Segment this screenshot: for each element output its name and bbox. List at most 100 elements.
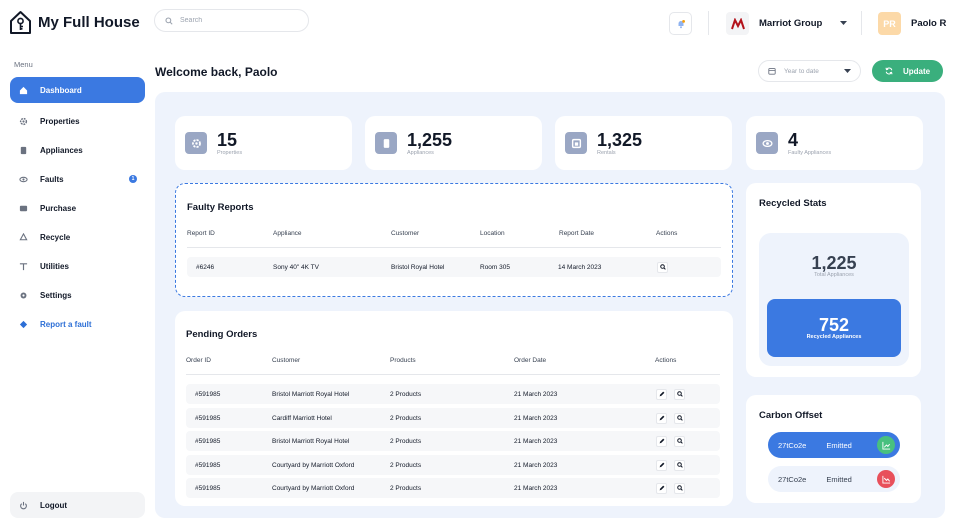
order-date: 21 March 2023	[514, 390, 558, 398]
table-row[interactable]: #591985 Bristol Marriott Royal Hotel 2 P…	[186, 384, 720, 404]
view-order-button[interactable]	[674, 482, 685, 494]
appliance-icon	[375, 132, 397, 154]
sidebar-item-properties[interactable]: Properties	[10, 108, 145, 134]
chevron-down-icon	[840, 21, 848, 26]
search-bar[interactable]	[154, 9, 309, 32]
utility-icon	[19, 262, 28, 271]
stat-value: 15	[217, 129, 238, 150]
view-order-button[interactable]	[674, 388, 685, 400]
diamond-icon	[19, 320, 28, 329]
sidebar-item-utilities[interactable]: Utilities	[10, 253, 145, 279]
stat-card-faulty: 4 Faulty Appliances	[746, 116, 923, 170]
sidebar-item-appliances[interactable]: Appliances	[10, 137, 145, 163]
pencil-icon	[659, 485, 665, 491]
sidebar-item-label: Properties	[40, 116, 80, 126]
edit-order-button[interactable]	[656, 459, 667, 471]
carbon-item[interactable]: 27tCo2e Emitted	[768, 466, 900, 492]
logout-button[interactable]: Logout	[10, 492, 145, 518]
card-icon	[19, 204, 28, 213]
divider	[186, 374, 720, 375]
view-order-button[interactable]	[674, 459, 685, 471]
trend-down-icon	[877, 470, 895, 488]
recycle-icon	[19, 232, 28, 242]
order-id: #591985	[195, 390, 221, 398]
sidebar-item-recycle[interactable]: Recycle	[10, 224, 145, 250]
stat-value: 1,255	[407, 129, 453, 150]
order-id: #591985	[195, 484, 221, 492]
carbon-status: Emitted	[826, 440, 852, 450]
carbon-item[interactable]: 27tCo2e Emitted	[768, 432, 900, 458]
stat-value: 1,325	[597, 129, 643, 150]
panel-title: Pending Orders	[186, 329, 258, 340]
panel-title: Recycled Stats	[759, 198, 827, 209]
user-menu[interactable]: PR Paolo R	[878, 12, 946, 35]
edit-order-button[interactable]	[656, 388, 667, 400]
column-header: Products	[390, 357, 416, 364]
table-row[interactable]: #591985 Courtyard by Marriott Oxford 2 P…	[186, 455, 720, 475]
order-customer: Bristol Marriott Royal Hotel	[272, 390, 350, 398]
column-header: Actions	[656, 230, 678, 237]
search-icon	[676, 485, 683, 491]
table-row[interactable]: #591985 Courtyard by Marriott Oxford 2 P…	[186, 478, 720, 498]
carbon-amount: 27tCo2e	[778, 474, 807, 484]
app-logo[interactable]: My Full House	[9, 10, 140, 35]
faulty-reports-panel: Faulty Reports Report ID Appliance Custo…	[175, 183, 733, 297]
page-title: Welcome back, Paolo	[155, 65, 278, 79]
table-row[interactable]: #591985 Cardiff Marriott Hotel 2 Product…	[186, 408, 720, 428]
search-icon	[165, 16, 173, 25]
sidebar-item-label: Dashboard	[40, 85, 82, 95]
total-appliances-label: Total Appliances	[814, 272, 854, 278]
power-icon	[19, 501, 28, 510]
date-range-select[interactable]: Year to date	[758, 60, 861, 82]
carbon-status: Emitted	[826, 474, 852, 484]
edit-order-button[interactable]	[656, 412, 667, 424]
sidebar-item-label: Settings	[40, 290, 72, 300]
menu-label: Menu	[14, 60, 33, 69]
column-header: Customer	[391, 230, 420, 237]
recycled-stats-panel: Recycled Stats 1,225 Total Appliances 75…	[746, 183, 921, 377]
search-input[interactable]	[180, 17, 300, 24]
sidebar-item-purchase[interactable]: Purchase	[10, 195, 145, 221]
stat-card-rentals: 1,325 Rentals	[555, 116, 732, 170]
sidebar-item-faults[interactable]: Faults 1	[10, 166, 145, 192]
appliance-icon	[19, 146, 28, 155]
edit-order-button[interactable]	[656, 435, 667, 447]
stat-card-appliances: 1,255 Appliances	[365, 116, 542, 170]
order-products: 2 Products	[390, 461, 422, 469]
user-name: Paolo R	[911, 18, 947, 29]
column-header: Order Date	[514, 357, 547, 364]
app-name: My Full House	[38, 14, 140, 31]
chevron-down-icon	[844, 68, 851, 74]
avatar: PR	[878, 12, 901, 35]
order-customer: Courtyard by Marriott Oxford	[272, 461, 355, 469]
sidebar-item-report-fault[interactable]: Report a fault	[10, 311, 145, 337]
rental-icon	[565, 132, 587, 154]
view-order-button[interactable]	[674, 435, 685, 447]
home-icon	[19, 86, 28, 95]
edit-order-button[interactable]	[656, 482, 667, 494]
date-range-value: Year to date	[784, 67, 819, 75]
gear-icon	[185, 132, 207, 154]
report-date: 14 March 2023	[558, 263, 602, 271]
sidebar-item-dashboard[interactable]: Dashboard	[10, 77, 145, 103]
column-header: Actions	[655, 357, 677, 364]
update-button[interactable]: Update	[872, 60, 943, 82]
header-divider	[861, 11, 862, 35]
table-row[interactable]: #591985 Bristol Marriott Royal Hotel 2 P…	[186, 431, 720, 451]
order-id: #591985	[195, 437, 221, 445]
order-customer: Bristol Marriott Royal Hotel	[272, 437, 350, 445]
recycled-appliances-value: 752	[818, 315, 850, 335]
sidebar-item-settings[interactable]: Settings	[10, 282, 145, 308]
sidebar-item-label: Utilities	[40, 261, 69, 271]
settings-icon	[19, 291, 28, 300]
order-products: 2 Products	[390, 414, 422, 422]
company-selector[interactable]: Marriot Group	[726, 12, 848, 35]
column-header: Report ID	[187, 230, 215, 237]
table-row[interactable]: #6246 Sony 40" 4K TV Bristol Royal Hotel…	[187, 257, 721, 277]
notifications-button[interactable]	[669, 12, 692, 35]
report-customer: Bristol Royal Hotel	[391, 263, 445, 271]
view-report-button[interactable]	[657, 261, 668, 273]
view-order-button[interactable]	[674, 412, 685, 424]
search-icon	[676, 438, 683, 444]
order-products: 2 Products	[390, 484, 422, 492]
